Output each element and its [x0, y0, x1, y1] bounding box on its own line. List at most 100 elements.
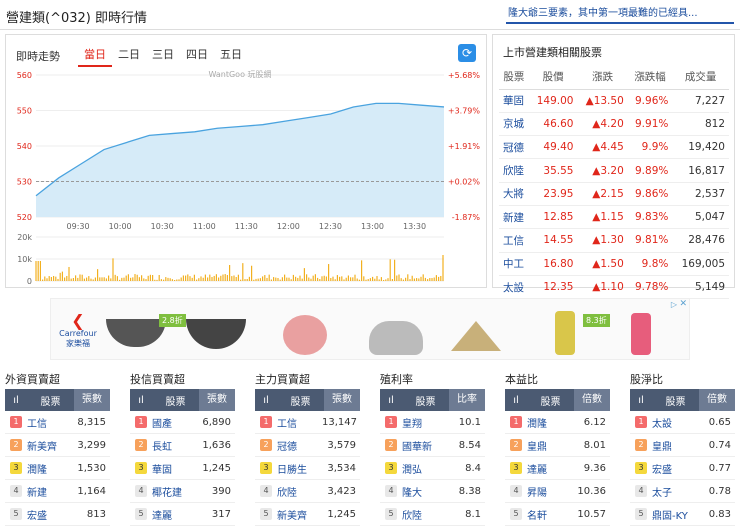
ad-close-icon[interactable]: ✕: [679, 299, 687, 309]
ranking-stock[interactable]: 國產: [152, 415, 197, 430]
ranking-stock[interactable]: 潤隆: [27, 461, 72, 476]
ranking-stock[interactable]: 欣陸: [277, 484, 322, 499]
ranking-row[interactable]: 2冠德3,579: [255, 434, 360, 457]
stock-name[interactable]: 工信: [499, 229, 529, 252]
ranking-stock[interactable]: 太設: [652, 415, 697, 430]
ranking-row[interactable]: 3宏盛0.77: [630, 457, 735, 480]
ranking-value: 0.77: [697, 463, 735, 474]
stock-row[interactable]: 欣陸35.55▲3.209.89%16,817: [499, 159, 729, 182]
ranking-row[interactable]: 2國華新8.54: [380, 434, 485, 457]
ranking-row[interactable]: 1皇翔10.1: [380, 411, 485, 434]
ranking-stock[interactable]: 達麗: [527, 461, 572, 476]
stock-row[interactable]: 新建12.85▲1.159.83%5,047: [499, 205, 729, 228]
stock-row[interactable]: 華固149.00▲13.509.96%7,227: [499, 89, 729, 112]
ranking-stock[interactable]: 新建: [27, 484, 72, 499]
ranking-stock[interactable]: 達麗: [152, 507, 197, 522]
ranking-stock[interactable]: 工信: [27, 415, 72, 430]
ranking-stock[interactable]: 日勝生: [277, 461, 322, 476]
ranking-row[interactable]: 3潤弘8.4: [380, 457, 485, 480]
rank-badge: 1: [635, 416, 647, 428]
tab-1d[interactable]: 當日: [78, 45, 112, 67]
ranking-stock[interactable]: 冠德: [277, 438, 322, 453]
stock-value: 28,476: [672, 229, 729, 252]
ranking-row[interactable]: 3華固1,245: [130, 457, 235, 480]
ranking-row[interactable]: 4椰花建390: [130, 480, 235, 503]
stock-name[interactable]: 冠德: [499, 136, 529, 159]
ranking-row[interactable]: 1國產6,890: [130, 411, 235, 434]
ranking-stock[interactable]: 皇鼎: [527, 438, 572, 453]
ranking-row[interactable]: 4欣陸3,423: [255, 480, 360, 503]
stock-value: 49.40: [529, 136, 578, 159]
ranking-row[interactable]: 1太設0.65: [630, 411, 735, 434]
stock-value: 12.85: [529, 205, 578, 228]
ranking-stock[interactable]: 潤弘: [402, 461, 447, 476]
stock-value: 14.55: [529, 229, 578, 252]
ranking-row[interactable]: 3潤隆1,530: [5, 457, 110, 480]
ranking-stock[interactable]: 皇鼎: [652, 438, 697, 453]
ranking-row[interactable]: 2皇鼎8.01: [505, 434, 610, 457]
ranking-stock[interactable]: 太子: [652, 484, 697, 499]
ranking-stock[interactable]: 隆大: [402, 484, 447, 499]
stock-name[interactable]: 大將: [499, 182, 529, 205]
ranking-row[interactable]: 1工信8,315: [5, 411, 110, 434]
news-link[interactable]: 隆大爺三要素，其中第一項最難的已經具...: [506, 6, 734, 24]
y-tick-label-pct: +5.68%: [448, 71, 481, 80]
rank-badge: 3: [510, 462, 522, 474]
bottle-image: [555, 311, 575, 355]
stock-value: 149.00: [529, 89, 578, 112]
stock-row[interactable]: 京城46.60▲4.209.91%812: [499, 112, 729, 135]
ranking-stock[interactable]: 華固: [152, 461, 197, 476]
ranking-stock[interactable]: 工信: [277, 415, 322, 430]
stock-row[interactable]: 大將23.95▲2.159.86%2,537: [499, 182, 729, 205]
tab-2d[interactable]: 二日: [112, 45, 146, 67]
ranking-row[interactable]: 2皇鼎0.74: [630, 434, 735, 457]
stock-name[interactable]: 華固: [499, 89, 529, 112]
stock-row[interactable]: 冠德49.40▲4.459.9%19,420: [499, 136, 729, 159]
ranking-row[interactable]: 2長虹1,636: [130, 434, 235, 457]
ranking-stock[interactable]: 宏盛: [652, 461, 697, 476]
ranking-stock[interactable]: 名軒: [527, 507, 572, 522]
ranking-value: 1,245: [322, 509, 360, 520]
ranking-row[interactable]: 3達麗9.36: [505, 457, 610, 480]
ranking-row[interactable]: 4新建1,164: [5, 480, 110, 503]
stock-value: 9.96%: [628, 89, 673, 112]
ranking-title: 股淨比: [630, 371, 735, 389]
ranking-stock[interactable]: 長虹: [152, 438, 197, 453]
ad-info-icon[interactable]: ▷: [671, 300, 677, 309]
rank-badge: 2: [135, 439, 147, 451]
ranking-stock[interactable]: 昇陽: [527, 484, 572, 499]
ranking-row[interactable]: 4太子0.78: [630, 480, 735, 503]
stock-name[interactable]: 新建: [499, 205, 529, 228]
ranking-row[interactable]: 1潤隆6.12: [505, 411, 610, 434]
ranking-value: 6.12: [572, 417, 610, 428]
ranking-stock[interactable]: 皇翔: [402, 415, 447, 430]
stock-row[interactable]: 工信14.55▲1.309.81%28,476: [499, 229, 729, 252]
ranking-stock[interactable]: 國華新: [402, 438, 447, 453]
ranking-stock[interactable]: 新美齊: [27, 438, 72, 453]
tab-3d[interactable]: 三日: [146, 45, 180, 67]
refresh-icon[interactable]: ⟳: [458, 44, 476, 62]
stock-name[interactable]: 中工: [499, 252, 529, 275]
tab-4d[interactable]: 四日: [180, 45, 214, 67]
ranking-row[interactable]: 3日勝生3,534: [255, 457, 360, 480]
ranking-stock[interactable]: 椰花建: [152, 484, 197, 499]
stock-name[interactable]: 太設: [499, 275, 529, 298]
tab-5d[interactable]: 五日: [214, 45, 248, 67]
stock-row[interactable]: 太設12.35▲1.109.78%5,149: [499, 275, 729, 298]
ranking-col-value: 張數: [324, 389, 360, 411]
stock-name[interactable]: 欣陸: [499, 159, 529, 182]
ranking-stock[interactable]: 宏盛: [27, 507, 72, 522]
ranking-row[interactable]: 4隆大8.38: [380, 480, 485, 503]
ranking-col-value: 倍數: [574, 389, 610, 411]
ranking-stock[interactable]: 欣陸: [402, 507, 447, 522]
ranking-stock[interactable]: 潤隆: [527, 415, 572, 430]
stock-value: 16.80: [529, 252, 578, 275]
ranking-row[interactable]: 1工信13,147: [255, 411, 360, 434]
stock-name[interactable]: 京城: [499, 112, 529, 135]
ranking-stock[interactable]: 鼎固-KY: [652, 507, 697, 522]
ad-banner[interactable]: ❮ Carrefour 家樂福 2.8折 8.3折 ▷ ✕: [50, 298, 690, 360]
stock-row[interactable]: 中工16.80▲1.509.8%169,005: [499, 252, 729, 275]
ranking-row[interactable]: 2新美齊3,299: [5, 434, 110, 457]
ranking-row[interactable]: 4昇陽10.36: [505, 480, 610, 503]
ranking-stock[interactable]: 新美齊: [277, 507, 322, 522]
